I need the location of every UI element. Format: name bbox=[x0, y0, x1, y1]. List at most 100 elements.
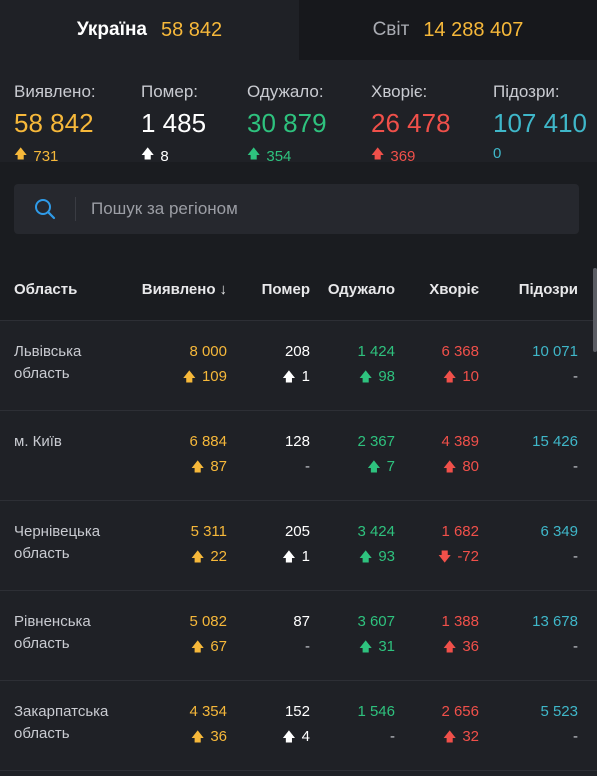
cell-detected: 5 311 🡅 22 bbox=[120, 501, 227, 590]
header-suspected[interactable]: Підозри bbox=[479, 281, 578, 298]
arrow-up-icon: 🡅 bbox=[442, 639, 457, 654]
arrow-up-icon: 🡅 bbox=[442, 459, 457, 474]
table-header: Область Виявлено ↓ Помер Одужало Хворіє П… bbox=[0, 258, 597, 321]
cell-value: 2 656 bbox=[441, 703, 479, 720]
cell-delta: 🡅 32 bbox=[395, 726, 479, 748]
cell-region: Львівська область bbox=[14, 343, 82, 382]
header-recovered[interactable]: Одужало bbox=[310, 281, 395, 298]
cell-value: 6 884 bbox=[189, 433, 227, 450]
cell-delta: 🡅 10 bbox=[395, 366, 479, 388]
arrow-up-icon: 🡅 bbox=[367, 459, 381, 474]
arrow-up-icon: 🡅 bbox=[190, 729, 205, 744]
cell-region: Рівненська область bbox=[14, 613, 91, 652]
cell-detected: 6 884 🡅 87 bbox=[120, 411, 227, 500]
cell-value: 128 bbox=[284, 433, 310, 450]
cell-delta: 🡅 31 bbox=[310, 636, 395, 658]
header-sick[interactable]: Хворіє bbox=[395, 281, 479, 298]
cell-delta: - bbox=[305, 638, 310, 655]
tab-ukraine[interactable]: Україна 58 842 bbox=[0, 0, 299, 60]
header-region[interactable]: Область bbox=[0, 281, 120, 298]
cell-died: 87 - bbox=[227, 591, 310, 680]
cell-recovered: 1 546 - bbox=[310, 681, 395, 770]
cell-delta: 🡅 4 bbox=[227, 726, 310, 748]
cell-value: 3 607 bbox=[357, 613, 395, 630]
header-detected[interactable]: Виявлено ↓ bbox=[120, 281, 227, 298]
search-box bbox=[14, 184, 579, 234]
stat-died-label: Помер: bbox=[141, 82, 198, 101]
table-row[interactable]: Закарпатська область 4 354 🡅 36 152 🡅 4 1 546- 2… bbox=[0, 681, 597, 771]
arrow-up-icon: 🡅 bbox=[442, 369, 457, 384]
search-input[interactable] bbox=[76, 198, 553, 220]
cell-delta-value: 87 bbox=[210, 458, 227, 475]
stat-died: Помер: 1 485 🡅 8 bbox=[141, 82, 247, 165]
cell-delta-value: 7 bbox=[386, 458, 395, 475]
cell-delta: 🡅 93 bbox=[310, 546, 395, 568]
cell-died: 205 🡅 1 bbox=[227, 501, 310, 590]
cell-value: 5 523 bbox=[540, 703, 578, 720]
cell-value: 2 367 bbox=[357, 433, 395, 450]
stat-suspected-delta: 0 bbox=[493, 145, 593, 162]
cell-delta: 🡅 7 bbox=[310, 456, 395, 478]
cell-suspected: 15 426 - bbox=[479, 411, 578, 500]
arrow-up-icon: 🡅 bbox=[282, 729, 296, 744]
cell-suspected: 5 523 - bbox=[479, 681, 578, 770]
cell-sick: 6 368 🡅 10 bbox=[395, 321, 479, 410]
stat-sick-label: Хворіє: bbox=[371, 82, 428, 101]
tab-world[interactable]: Світ 14 288 407 bbox=[299, 0, 597, 60]
cell-delta: 🡅 36 bbox=[395, 636, 479, 658]
table-row[interactable]: Рівненська область 5 082 🡅 67 87-3 607 🡅 31 1 3… bbox=[0, 591, 597, 681]
stat-detected: Виявлено: 58 842 🡅 731 bbox=[14, 82, 141, 165]
arrow-up-icon: 🡅 bbox=[358, 369, 373, 384]
cell-region: Закарпатська область bbox=[14, 703, 109, 742]
cell-delta: - bbox=[573, 548, 578, 565]
arrow-up-icon: 🡅 bbox=[182, 369, 196, 384]
cell-recovered: 1 424 🡅 98 bbox=[310, 321, 395, 410]
cell-value: 13 678 bbox=[532, 613, 578, 630]
cell-delta-value: 67 bbox=[210, 638, 227, 655]
cell-died: 152 🡅 4 bbox=[227, 681, 310, 770]
cell-delta: - bbox=[573, 728, 578, 745]
cell-suspected: 10 071 - bbox=[479, 321, 578, 410]
cell-value: 1 682 bbox=[441, 523, 479, 540]
header-detected-label: Виявлено bbox=[141, 280, 216, 298]
cell-delta: - bbox=[573, 638, 578, 655]
cell-delta: 🡅 98 bbox=[310, 366, 395, 388]
cell-value: 87 bbox=[293, 613, 310, 630]
cell-value: 152 bbox=[284, 703, 310, 720]
cell-value: 4 389 bbox=[441, 433, 479, 450]
header-died[interactable]: Помер bbox=[227, 281, 310, 298]
scrollbar[interactable] bbox=[593, 268, 597, 352]
cell-region: Чернівецька область bbox=[14, 523, 101, 562]
cell-detected: 5 082 🡅 67 bbox=[120, 591, 227, 680]
region-table-body: Львівська область 8 000 🡅 109 208 🡅 1 1 424 🡅 98 6… bbox=[0, 321, 597, 771]
cell-value: 6 349 bbox=[540, 523, 578, 540]
cell-delta-value: 36 bbox=[462, 638, 479, 655]
cell-delta: 🡅 36 bbox=[120, 726, 227, 748]
table-row[interactable]: Чернівецька область 5 311 🡅 22 205 🡅 1 3 424 🡅 93… bbox=[0, 501, 597, 591]
cell-value: 6 368 bbox=[441, 343, 479, 360]
arrow-up-icon: 🡅 bbox=[190, 549, 205, 564]
arrow-up-icon: 🡅 bbox=[282, 549, 296, 564]
arrow-up-icon: 🡅 bbox=[358, 549, 373, 564]
table-row[interactable]: Львівська область 8 000 🡅 109 208 🡅 1 1 424 🡅 98 6… bbox=[0, 321, 597, 411]
table-row[interactable]: м. Київ 6 884 🡅 87 128-2 367 🡅 7 4 389 🡅 80 15 426… bbox=[0, 411, 597, 501]
stat-sick: Хворіє: 26 478 🡅 369 bbox=[371, 82, 493, 165]
arrow-up-icon: 🡅 bbox=[442, 729, 457, 744]
cell-delta: 🡇 -72 bbox=[395, 546, 479, 568]
cell-delta-value: 98 bbox=[378, 368, 395, 385]
cell-delta-value: 31 bbox=[378, 638, 395, 655]
stat-detected-value: 58 842 bbox=[14, 108, 94, 138]
cell-delta-value: 32 bbox=[462, 728, 479, 745]
summary-stats: Виявлено: 58 842 🡅 731 Помер: 1 485 🡅 8 … bbox=[0, 60, 597, 165]
cell-delta: 🡅 1 bbox=[227, 546, 310, 568]
cell-suspected: 13 678 - bbox=[479, 591, 578, 680]
cell-delta-value: 10 bbox=[462, 368, 479, 385]
cell-delta-value: 80 bbox=[462, 458, 479, 475]
tab-ukraine-count: 58 842 bbox=[161, 18, 223, 41]
stat-suspected-delta-value: 0 bbox=[493, 145, 502, 162]
search-icon[interactable] bbox=[14, 197, 76, 221]
arrow-down-icon: 🡇 bbox=[437, 549, 452, 564]
arrow-up-icon: 🡅 bbox=[358, 639, 373, 654]
cell-sick: 1 388 🡅 36 bbox=[395, 591, 479, 680]
cell-detected: 4 354 🡅 36 bbox=[120, 681, 227, 770]
